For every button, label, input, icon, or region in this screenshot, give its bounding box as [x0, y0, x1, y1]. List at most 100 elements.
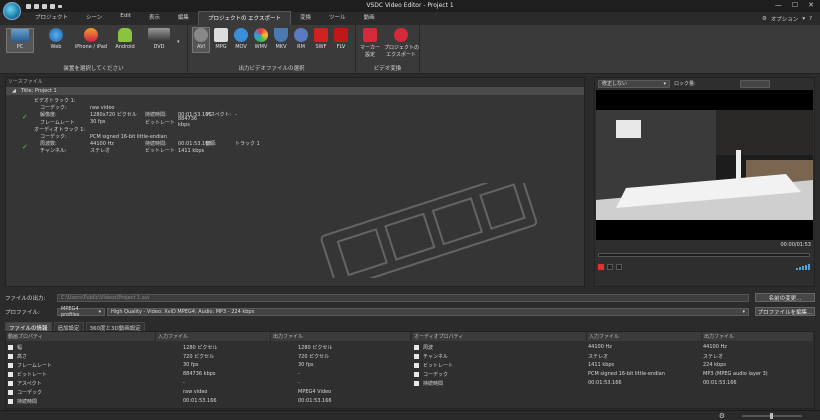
audio-source-label: 音源: [205, 141, 217, 148]
format-mkv-button[interactable]: MKV [272, 28, 290, 50]
options-menu[interactable]: ⚙ オプション ▾ ? [762, 15, 812, 23]
marker-settings-button[interactable]: マーカー 設定 [359, 28, 381, 58]
app-logo[interactable] [3, 2, 21, 20]
checkbox[interactable] [414, 380, 419, 386]
chevron-down-icon: ▾ [663, 80, 666, 87]
checkbox[interactable] [8, 371, 13, 377]
device-more-icon[interactable]: ▾ [177, 39, 180, 45]
checkbox[interactable] [414, 353, 419, 359]
menu-scene[interactable]: シーン [77, 11, 111, 25]
format-swf-button[interactable]: SWF [312, 28, 330, 50]
dvd-icon [148, 28, 170, 42]
format-flv-button[interactable]: FLV [332, 28, 350, 50]
prop-input: - [183, 380, 185, 386]
record-icon[interactable] [598, 263, 604, 270]
device-dvd-button[interactable]: DVD [144, 28, 174, 50]
globe-icon [49, 28, 63, 42]
device-android-button[interactable]: Android [112, 28, 138, 50]
collapse-icon[interactable]: ◢ [12, 88, 16, 94]
rm-icon [294, 28, 308, 42]
zoom-slider[interactable] [742, 413, 802, 419]
menu-view[interactable]: 表示 [140, 11, 169, 25]
lock-input[interactable] [739, 79, 770, 88]
aspect-value: - [235, 111, 237, 118]
menu-export-project[interactable]: プロジェクトの エクスポート [197, 11, 292, 25]
pause-icon[interactable] [616, 263, 622, 270]
framerate-value: 30 fps [90, 119, 106, 126]
device-web-button[interactable]: Web [42, 28, 70, 50]
checkbox[interactable] [8, 398, 13, 404]
checkbox[interactable] [8, 344, 13, 350]
minimize-icon[interactable]: — [775, 1, 782, 9]
track-tree: ビデオトラック 1: コーデック: raw video 解像度: 1280x72… [6, 95, 584, 155]
format-mov-button[interactable]: MOV [232, 28, 250, 50]
checkbox[interactable] [8, 362, 13, 368]
checkbox[interactable] [414, 344, 419, 350]
menu-convert[interactable]: 変換 [291, 11, 320, 25]
correction-dropdown[interactable]: 修正しない ▾ [598, 79, 670, 88]
device-iphone-label: iPhone / iPad [74, 44, 108, 50]
device-iphone-button[interactable]: iPhone / iPad [74, 28, 108, 50]
quality-dropdown[interactable]: High Quality - Video: XviD MPEG4; Audio:… [107, 307, 749, 316]
format-wmv-button[interactable]: WMV [252, 28, 270, 50]
gear-icon[interactable]: ⚙ [719, 412, 725, 420]
frequency-label: 周波数: [40, 141, 57, 148]
swf-icon [314, 28, 328, 42]
device-pc-button[interactable]: PC [6, 28, 34, 53]
device-group-caption: 装置を選択してください [63, 66, 124, 72]
edit-profile-button[interactable]: プロファイルを編集... [755, 307, 815, 316]
volume-icon[interactable] [796, 263, 810, 270]
framerate-label: フレームレート [40, 119, 75, 126]
audio-check-icon: ✓ [22, 143, 28, 151]
lock-label: ロック量: [674, 81, 696, 87]
project-row[interactable]: ◢ Title: Project 1 [6, 87, 584, 95]
video-preview[interactable] [596, 90, 813, 240]
stop-icon[interactable] [607, 263, 613, 270]
prop-output: 224 kbps [703, 362, 726, 368]
prop-input: 720 ピクセル [183, 353, 215, 360]
menu-bar: プロジェクト シーン Edit 表示 編集 プロジェクトの エクスポート 変換 … [0, 11, 820, 25]
prop-name: 幅 [17, 344, 23, 351]
format-rm-button[interactable]: RM [292, 28, 310, 50]
profile-dropdown[interactable]: MPEG4 profiles ▾ [57, 305, 105, 318]
format-avi-button[interactable]: AVI [192, 27, 210, 53]
profile-value: MPEG4 profiles [61, 305, 80, 318]
prop-name: 持続時間 [423, 380, 444, 387]
correction-value: 修正しない [602, 81, 628, 87]
menu-edit[interactable]: Edit [111, 11, 140, 25]
checkbox[interactable] [8, 389, 13, 395]
chevron-down-icon: ▾ [742, 308, 745, 315]
bitrate-label: ビットレート [145, 119, 176, 126]
rename-button[interactable]: 名前の変更... [755, 293, 815, 302]
convert-group-caption: ビデオ変換 [373, 66, 402, 72]
output-file-field[interactable]: C:\Users\Public\Videos\Project 1.avi [57, 293, 749, 302]
menu-editing[interactable]: 編集 [169, 11, 198, 25]
export-label-1: プロジェクトの [384, 45, 420, 51]
preview-seekbar[interactable] [598, 253, 810, 257]
maximize-icon[interactable]: ☐ [792, 1, 798, 9]
format-avi-label: AVI [197, 44, 205, 50]
source-files-panel: ソースファイル ◢ Title: Project 1 ビデオトラック 1: コー… [5, 77, 585, 287]
prop-name: 持続時間 [17, 398, 38, 405]
format-mpg-button[interactable]: MPG [212, 28, 230, 50]
zoom-slider-handle[interactable] [770, 413, 773, 419]
checkbox[interactable] [414, 362, 419, 368]
checkbox[interactable] [414, 371, 419, 377]
export-project-button[interactable]: プロジェクトの エクスポート [384, 28, 420, 58]
gear-icon: ⚙ [761, 16, 767, 22]
help-icon[interactable]: ? [809, 16, 812, 22]
profile-row: プロファイル: MPEG4 profiles ▾ High Quality - … [5, 305, 815, 318]
checkbox[interactable] [8, 353, 13, 359]
close-icon[interactable]: ✕ [808, 1, 814, 9]
audio-duration-value: 00:01:53.166 [178, 140, 212, 147]
audio-bitrate-label: ビットレート [145, 148, 176, 155]
menu-video[interactable]: 動画 [355, 11, 384, 25]
prop-input: ステレオ [588, 353, 609, 360]
checkbox[interactable] [8, 380, 13, 386]
mkv-icon [274, 28, 288, 42]
prop-name: フレームレート [17, 362, 52, 369]
menu-tools[interactable]: ツール [320, 11, 355, 25]
format-mov-label: MOV [235, 44, 247, 50]
menu-project[interactable]: プロジェクト [26, 11, 77, 25]
prop-output: 30 fps [298, 362, 314, 368]
